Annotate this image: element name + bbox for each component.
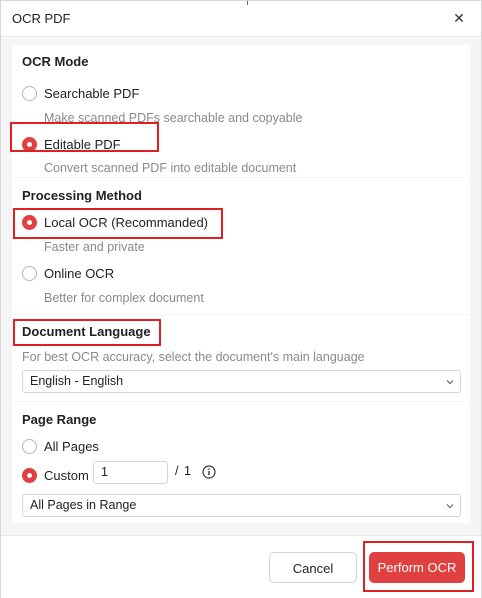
radio-label: Online OCR — [44, 265, 115, 281]
searchable-pdf-desc: Make scanned PDFs searchable and copyabl… — [44, 111, 303, 125]
radio-button[interactable] — [22, 438, 37, 454]
radio-button[interactable] — [22, 85, 37, 101]
processing-method-title: Processing Method — [22, 188, 142, 203]
radio-label: Searchable PDF — [44, 85, 140, 101]
ocr-pdf-dialog: OCR PDF ✕ OCR Mode Searchable PDF Make s… — [0, 0, 482, 598]
radio-label: Custom — [44, 467, 89, 483]
language-selected-value: English - English — [30, 374, 124, 388]
document-language-section: Document Language For best OCR accuracy,… — [12, 315, 470, 401]
language-select[interactable]: English - English — [22, 370, 461, 393]
radio-label: Local OCR (Recommanded) — [44, 214, 209, 230]
radio-label: Editable PDF — [44, 136, 121, 152]
processing-method-section: Processing Method Local OCR (Recommanded… — [12, 178, 470, 314]
chevron-down-icon — [446, 380, 454, 385]
radio-button[interactable] — [22, 265, 37, 281]
radio-custom[interactable]: Custom — [22, 465, 89, 485]
dialog-titlebar: OCR PDF ✕ — [1, 1, 481, 37]
language-hint: For best OCR accuracy, select the docume… — [22, 350, 365, 364]
local-ocr-desc: Faster and private — [44, 240, 145, 254]
dialog-content: OCR Mode Searchable PDF Make scanned PDF… — [1, 38, 481, 535]
radio-button-checked[interactable] — [22, 467, 37, 483]
page-range-select[interactable]: All Pages in Range — [22, 494, 461, 517]
perform-ocr-button[interactable]: Perform OCR — [369, 552, 465, 583]
radio-button-checked[interactable] — [22, 136, 37, 152]
document-language-title: Document Language — [22, 324, 151, 339]
radio-editable-pdf[interactable]: Editable PDF — [22, 134, 121, 154]
close-icon[interactable]: ✕ — [451, 10, 467, 26]
online-ocr-desc: Better for complex document — [44, 291, 204, 305]
radio-all-pages[interactable]: All Pages — [22, 436, 99, 456]
page-range-title: Page Range — [22, 412, 97, 427]
chevron-down-icon — [446, 504, 454, 509]
cancel-button[interactable]: Cancel — [269, 552, 357, 583]
radio-label: All Pages — [44, 438, 99, 454]
ocr-mode-section: OCR Mode Searchable PDF Make scanned PDF… — [12, 45, 470, 177]
ocr-mode-title: OCR Mode — [22, 54, 89, 69]
radio-online-ocr[interactable]: Online OCR — [22, 263, 114, 283]
info-icon[interactable] — [202, 465, 216, 479]
custom-page-input[interactable]: 1 — [93, 461, 168, 484]
radio-searchable-pdf[interactable]: Searchable PDF — [22, 83, 139, 103]
dialog-title: OCR PDF — [12, 11, 71, 26]
radio-local-ocr[interactable]: Local OCR (Recommanded) — [22, 212, 208, 232]
editable-pdf-desc: Convert scanned PDF into editable docume… — [44, 161, 297, 175]
page-total: / 1 — [175, 464, 192, 478]
radio-button-checked[interactable] — [22, 214, 37, 230]
page-range-selected-value: All Pages in Range — [30, 498, 137, 512]
dialog-footer: Cancel Perform OCR — [1, 535, 481, 598]
page-range-section: Page Range All Pages Custom 1 / 1 All Pa… — [12, 402, 470, 523]
